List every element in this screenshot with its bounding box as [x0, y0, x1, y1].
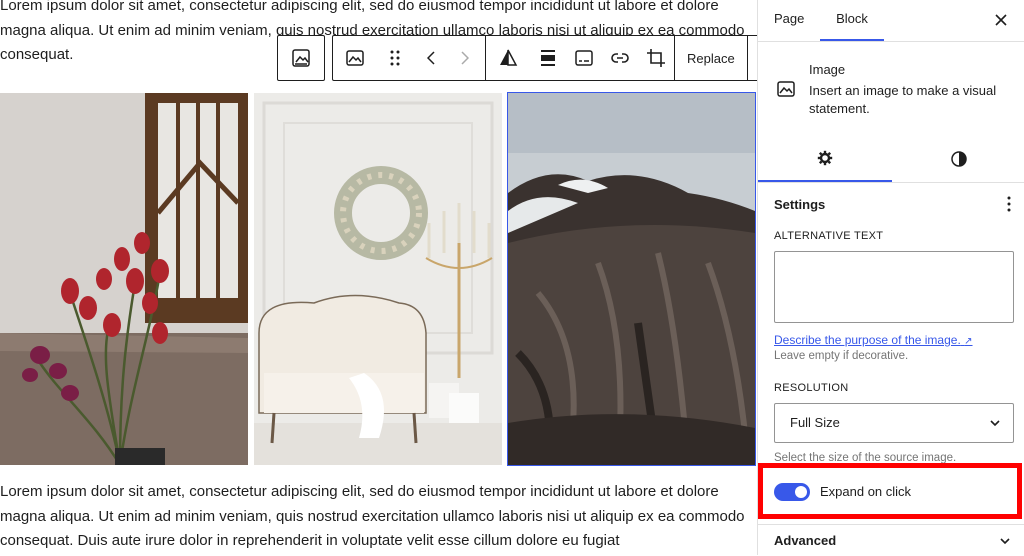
alt-text-input[interactable] [774, 251, 1014, 323]
settings-sidebar: Page Block Image Insert an image to make… [757, 0, 1024, 555]
external-link-icon: ↗ [964, 336, 973, 347]
resolution-label: RESOLUTION [774, 382, 849, 394]
gallery-icon[interactable] [278, 36, 324, 80]
resolution-value: Full Size [790, 415, 840, 430]
paragraph-bottom[interactable]: Lorem ipsum dolor sit amet, consectetur … [0, 480, 757, 554]
alt-text-help: Leave empty if decorative. [774, 350, 909, 362]
contrast-icon [951, 151, 967, 167]
settings-options-icon[interactable] [1007, 196, 1011, 217]
close-icon[interactable] [991, 10, 1011, 30]
chevron-down-icon [1000, 538, 1010, 545]
inspector-tabs [758, 136, 1024, 183]
expand-on-click-label: Expand on click [820, 484, 912, 499]
chevron-left-icon[interactable] [413, 36, 449, 80]
alt-text-label: ALTERNATIVE TEXT [774, 230, 884, 242]
chevron-down-icon [990, 420, 1000, 427]
block-title: Image [809, 62, 846, 77]
tab-styles[interactable] [892, 136, 1024, 182]
align-icon[interactable] [530, 36, 566, 80]
toolbar-group-parent [277, 35, 325, 81]
block-card: Image Insert an image to make a visual s… [758, 41, 1024, 127]
tab-settings[interactable] [758, 136, 892, 182]
toggle-knob [795, 486, 807, 498]
gallery-image-tulips[interactable] [0, 93, 248, 465]
alt-text-help-link[interactable]: Describe the purpose of the image. ↗ [774, 333, 973, 347]
chevron-right-icon[interactable] [449, 36, 485, 80]
duotone-icon[interactable] [486, 36, 530, 80]
image-icon[interactable] [333, 36, 377, 80]
gallery-image-mountain[interactable] [507, 92, 756, 466]
gallery-image-wreath[interactable] [254, 93, 502, 465]
block-toolbar: Replace [277, 35, 757, 81]
tab-page[interactable]: Page [774, 0, 804, 41]
sidebar-tabs: Page Block [758, 0, 1024, 42]
drag-handle-icon[interactable] [377, 36, 413, 80]
alt-text-help-link-label: Describe the purpose of the image. [774, 333, 961, 347]
toolbar-group-main: Replace [332, 35, 757, 81]
tab-block[interactable]: Block [820, 0, 884, 41]
image-icon [776, 79, 796, 104]
link-icon[interactable] [602, 36, 638, 80]
crop-icon[interactable] [638, 36, 674, 80]
advanced-label: Advanced [774, 533, 837, 548]
expand-on-click-highlight: Expand on click [758, 463, 1022, 519]
more-options-icon[interactable] [748, 36, 757, 80]
expand-on-click-toggle[interactable] [774, 483, 810, 501]
block-description: Insert an image to make a visual stateme… [809, 83, 997, 116]
caption-icon[interactable] [566, 36, 602, 80]
editor-canvas: Lorem ipsum dolor sit amet, consectetur … [0, 0, 757, 555]
replace-button[interactable]: Replace [675, 36, 747, 80]
gear-icon [817, 150, 833, 166]
settings-heading: Settings [774, 197, 826, 212]
advanced-panel[interactable]: Advanced [758, 524, 1024, 556]
resolution-select[interactable]: Full Size [774, 403, 1014, 443]
